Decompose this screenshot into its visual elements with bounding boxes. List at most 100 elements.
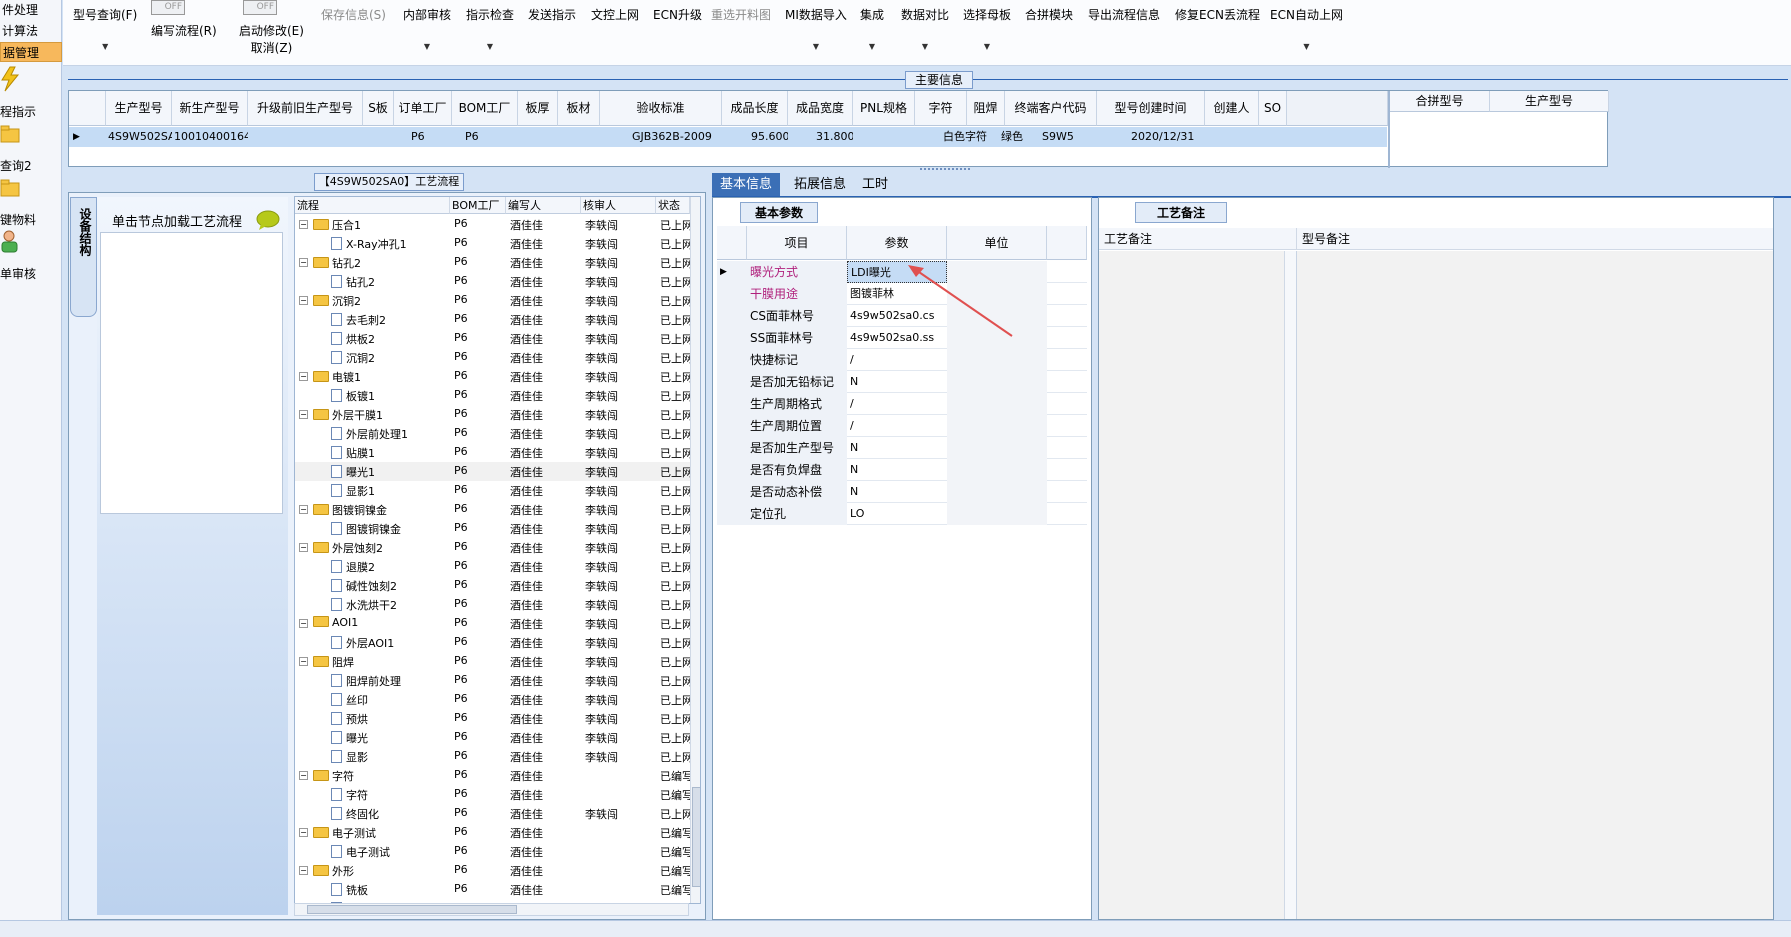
tree-node-name[interactable]: 电子测试: [313, 825, 450, 841]
doc-online-button[interactable]: 文控上网: [591, 6, 639, 23]
splitter-handle[interactable]: [920, 168, 970, 172]
column-header[interactable]: 板材: [558, 91, 600, 126]
param-row[interactable]: 是否有负焊盘 N: [717, 459, 1087, 481]
tree-row[interactable]: 预烘 P6 酒佳佳 李轶闯 已上网: [295, 709, 690, 728]
param-value[interactable]: N: [847, 481, 947, 503]
mi-data-import-button[interactable]: MI数据导入 ▼: [785, 6, 847, 51]
column-header[interactable]: 编写人: [506, 197, 581, 214]
param-unit[interactable]: [947, 481, 1047, 503]
column-header[interactable]: 单位: [947, 226, 1047, 260]
start-edit-button[interactable]: 启动修改(E) 取消(Z): [239, 22, 304, 56]
column-header[interactable]: 核审人: [581, 197, 656, 214]
column-header[interactable]: PNL规格: [853, 91, 915, 126]
column-header[interactable]: 创建人: [1205, 91, 1259, 126]
column-header[interactable]: BOM工厂: [452, 91, 518, 126]
collapse-icon[interactable]: −: [299, 372, 308, 381]
nav-item-top-1[interactable]: 计算法: [0, 21, 62, 41]
param-value[interactable]: N: [847, 371, 947, 393]
param-value[interactable]: /: [847, 415, 947, 437]
tree-row[interactable]: 显影1 P6 酒佳佳 李轶闯 已上网: [295, 481, 690, 500]
cell-material[interactable]: [558, 127, 600, 147]
tree-row[interactable]: 水洗烘干2 P6 酒佳佳 李轶闯 已上网: [295, 595, 690, 614]
param-value[interactable]: /: [847, 393, 947, 415]
notes-column-header[interactable]: 型号备注: [1297, 228, 1773, 250]
tree-row[interactable]: 烘板2 P6 酒佳佳 李轶闯 已上网: [295, 329, 690, 348]
write-flow-toggle[interactable]: OFF: [151, 0, 185, 15]
tab-basic-info[interactable]: 基本信息: [712, 173, 781, 197]
collapse-icon[interactable]: −: [299, 258, 308, 267]
column-header[interactable]: 项目: [747, 226, 847, 260]
tree-row[interactable]: 丝印 P6 酒佳佳 李轶闯 已上网: [295, 690, 690, 709]
tree-node-name[interactable]: 板镀1: [331, 388, 450, 404]
param-unit[interactable]: [947, 503, 1047, 525]
tree-row[interactable]: 外层AOI1 P6 酒佳佳 李轶闯 已上网: [295, 633, 690, 652]
cell-new-model[interactable]: 10010400164300: [172, 127, 248, 147]
cell-customer-code[interactable]: S9W5: [1040, 127, 1097, 147]
collapse-icon[interactable]: −: [299, 505, 308, 514]
nav-item-top-2[interactable]: 据管理: [0, 42, 62, 62]
collapse-icon[interactable]: −: [299, 657, 308, 666]
tree-node-name[interactable]: 外层AOI1: [331, 635, 450, 651]
column-header[interactable]: 阻焊: [967, 91, 1005, 126]
param-value[interactable]: LO: [847, 503, 947, 525]
ecn-upgrade-button[interactable]: ECN升级: [653, 6, 702, 23]
vertical-scrollbar[interactable]: [1285, 251, 1297, 919]
nav-item-0[interactable]: 程指示: [0, 66, 62, 120]
column-header[interactable]: 新生产型号: [172, 91, 248, 126]
cell-width[interactable]: 31.800: [814, 127, 853, 147]
scroll-thumb[interactable]: [307, 905, 517, 914]
tree-node-name[interactable]: 字符: [313, 768, 450, 784]
tree-node-name[interactable]: 显影1: [331, 483, 450, 499]
tree-node-name[interactable]: 外层干膜1: [313, 407, 450, 423]
column-header[interactable]: SO: [1259, 91, 1287, 126]
nav-item-3[interactable]: 单审核: [0, 228, 62, 282]
param-unit[interactable]: [947, 393, 1047, 415]
start-edit-toggle[interactable]: OFF: [243, 0, 277, 15]
model-query-button[interactable]: 型号查询(F) ▼: [73, 6, 137, 51]
column-header[interactable]: 成品长度: [722, 91, 788, 126]
collapse-icon[interactable]: −: [299, 543, 308, 552]
notes-column-header[interactable]: 工艺备注: [1099, 228, 1297, 250]
instruction-check-button[interactable]: 指示检查 ▼: [466, 6, 514, 51]
internal-review-button[interactable]: 内部审核 ▼: [403, 6, 451, 51]
tree-node-name[interactable]: 沉铜2: [313, 293, 450, 309]
horizontal-scrollbar[interactable]: [294, 903, 689, 916]
tree-node-name[interactable]: 终固化: [331, 806, 450, 822]
tree-node-name[interactable]: 铣板: [331, 882, 450, 898]
tree-row[interactable]: 退膜2 P6 酒佳佳 李轶闯 已上网: [295, 557, 690, 576]
data-compare-button[interactable]: 数据对比 ▼: [901, 6, 949, 51]
cell-solder-mask[interactable]: 绿色: [999, 127, 1037, 147]
param-row[interactable]: 生产周期位置 /: [717, 415, 1087, 437]
ecn-auto-online-button[interactable]: ECN自动上网 ▼: [1270, 6, 1343, 51]
reselect-cutting-button[interactable]: 重选开料图: [711, 6, 771, 23]
param-row[interactable]: 快捷标记 /: [717, 349, 1087, 371]
param-row[interactable]: 是否加无铅标记 N: [717, 371, 1087, 393]
tree-row[interactable]: − 电子测试 P6 酒佳佳 已编写: [295, 823, 690, 842]
tree-row[interactable]: − 电镀1 P6 酒佳佳 李轶闯 已上网: [295, 367, 690, 386]
column-header[interactable]: 板厚: [518, 91, 558, 126]
repair-ecn-button[interactable]: 修复ECN丢流程: [1175, 6, 1260, 23]
column-header[interactable]: 生产型号: [106, 91, 172, 126]
cell-bom-factory[interactable]: P6: [463, 127, 518, 147]
tree-node-name[interactable]: 阻焊: [313, 654, 450, 670]
collapse-icon[interactable]: −: [299, 866, 308, 875]
export-flow-info-button[interactable]: 导出流程信息: [1088, 6, 1160, 23]
tree-node-name[interactable]: 图镀铜镍金: [313, 502, 450, 518]
tree-node-name[interactable]: 沉铜2: [331, 350, 450, 366]
tree-row[interactable]: 贴膜1 P6 酒佳佳 李轶闯 已上网: [295, 443, 690, 462]
column-header[interactable]: 成品宽度: [788, 91, 853, 126]
tree-row[interactable]: − 外层干膜1 P6 酒佳佳 李轶闯 已上网: [295, 405, 690, 424]
tree-node-name[interactable]: 曝光1: [331, 464, 450, 480]
save-info-button[interactable]: 保存信息(S): [321, 6, 386, 23]
tree-row[interactable]: 字符 P6 酒佳佳 已编写: [295, 785, 690, 804]
tab-extended-info[interactable]: 拓展信息: [786, 173, 854, 197]
tree-row[interactable]: 终固化 P6 酒佳佳 李轶闯 已上网: [295, 804, 690, 823]
cell-thickness[interactable]: [518, 127, 558, 147]
param-value[interactable]: /: [847, 349, 947, 371]
write-flow-button[interactable]: 编写流程(R): [151, 22, 217, 39]
cell-standard[interactable]: GJB362B-2009: [630, 127, 722, 147]
cell-order-factory[interactable]: P6: [409, 127, 452, 147]
tree-node-name[interactable]: 压合1: [313, 217, 450, 233]
tree-node-name[interactable]: X-Ray冲孔1: [331, 236, 450, 252]
tree-row[interactable]: − 外层蚀刻2 P6 酒佳佳 李轶闯 已上网: [295, 538, 690, 557]
